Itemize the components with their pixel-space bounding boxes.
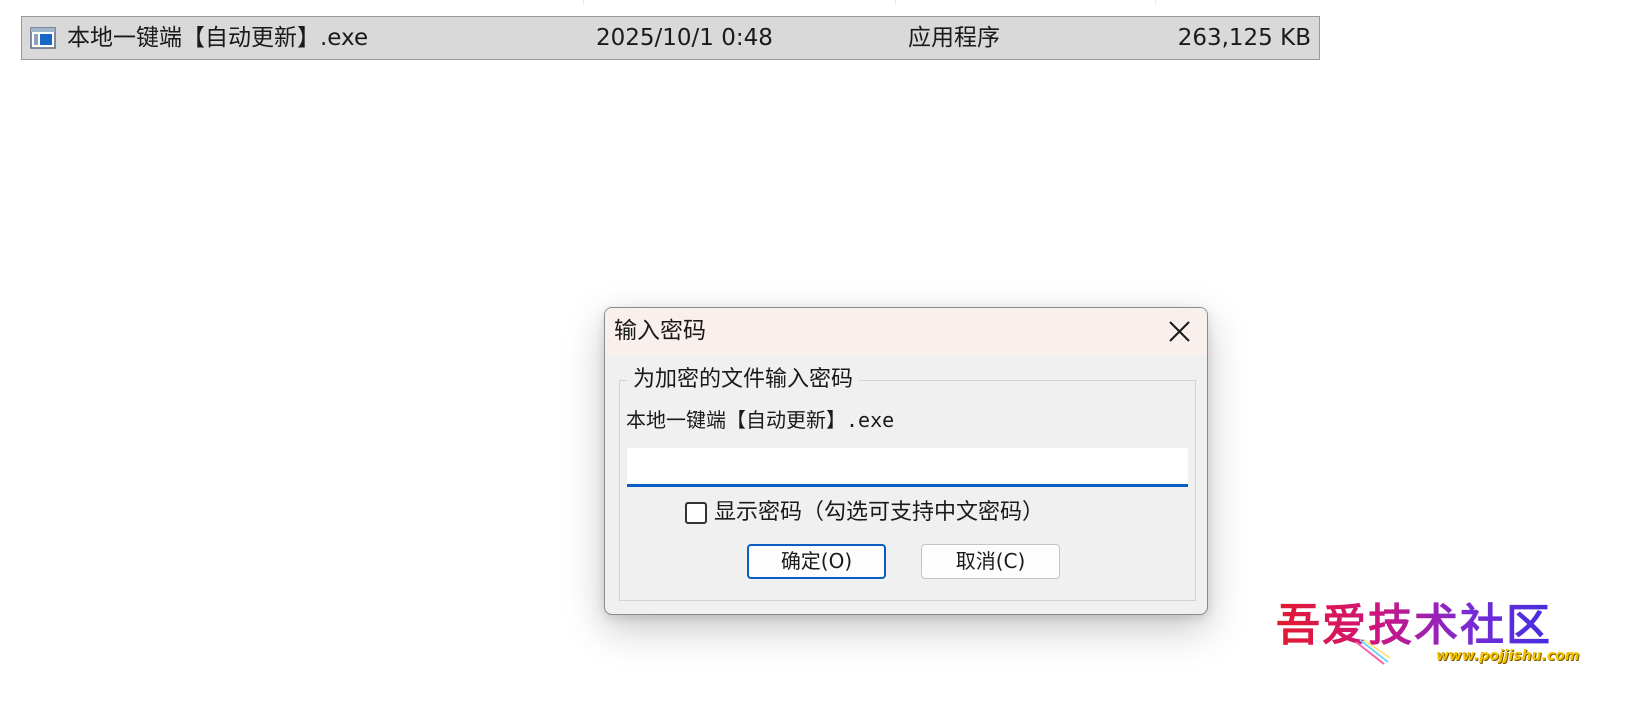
dialog-titlebar[interactable]: 输入密码: [605, 308, 1207, 355]
groupbox-label: 为加密的文件输入密码: [627, 366, 860, 394]
ok-button[interactable]: 确定(O): [747, 544, 886, 579]
watermark-url: www.pojjishu.com: [1436, 648, 1580, 664]
column-separator: [1155, 0, 1156, 5]
close-button[interactable]: [1151, 310, 1207, 353]
show-password-label[interactable]: 显示密码（勾选可支持中文密码）: [714, 499, 1044, 527]
file-type: 应用程序: [908, 25, 1000, 51]
file-name: 本地一键端【自动更新】.exe: [67, 25, 369, 51]
watermark-text: 吾爱技术社区: [1276, 600, 1552, 651]
column-separator: [895, 0, 896, 5]
dialog-title: 输入密码: [614, 318, 706, 344]
file-size: 263,125 KB: [1177, 25, 1311, 51]
file-list-row[interactable]: 本地一键端【自动更新】.exe 2025/10/1 0:48 应用程序 263,…: [21, 16, 1320, 60]
password-dialog: 输入密码 为加密的文件输入密码 本地一键端【自动更新】.exe 显示密码（勾选可…: [604, 307, 1208, 615]
show-password-checkbox[interactable]: [685, 502, 707, 524]
file-date-modified: 2025/10/1 0:48: [596, 25, 773, 51]
password-input[interactable]: [627, 448, 1188, 487]
sparkle-icon: [1355, 639, 1391, 665]
watermark-logo: 吾爱技术社区 www.pojjishu.com: [1276, 600, 1579, 670]
close-icon: [1169, 321, 1190, 342]
exe-file-icon: [30, 27, 56, 49]
encrypted-file-label: 本地一键端【自动更新】.exe: [626, 408, 895, 432]
column-separator: [583, 0, 584, 5]
cancel-button[interactable]: 取消(C): [921, 544, 1060, 579]
